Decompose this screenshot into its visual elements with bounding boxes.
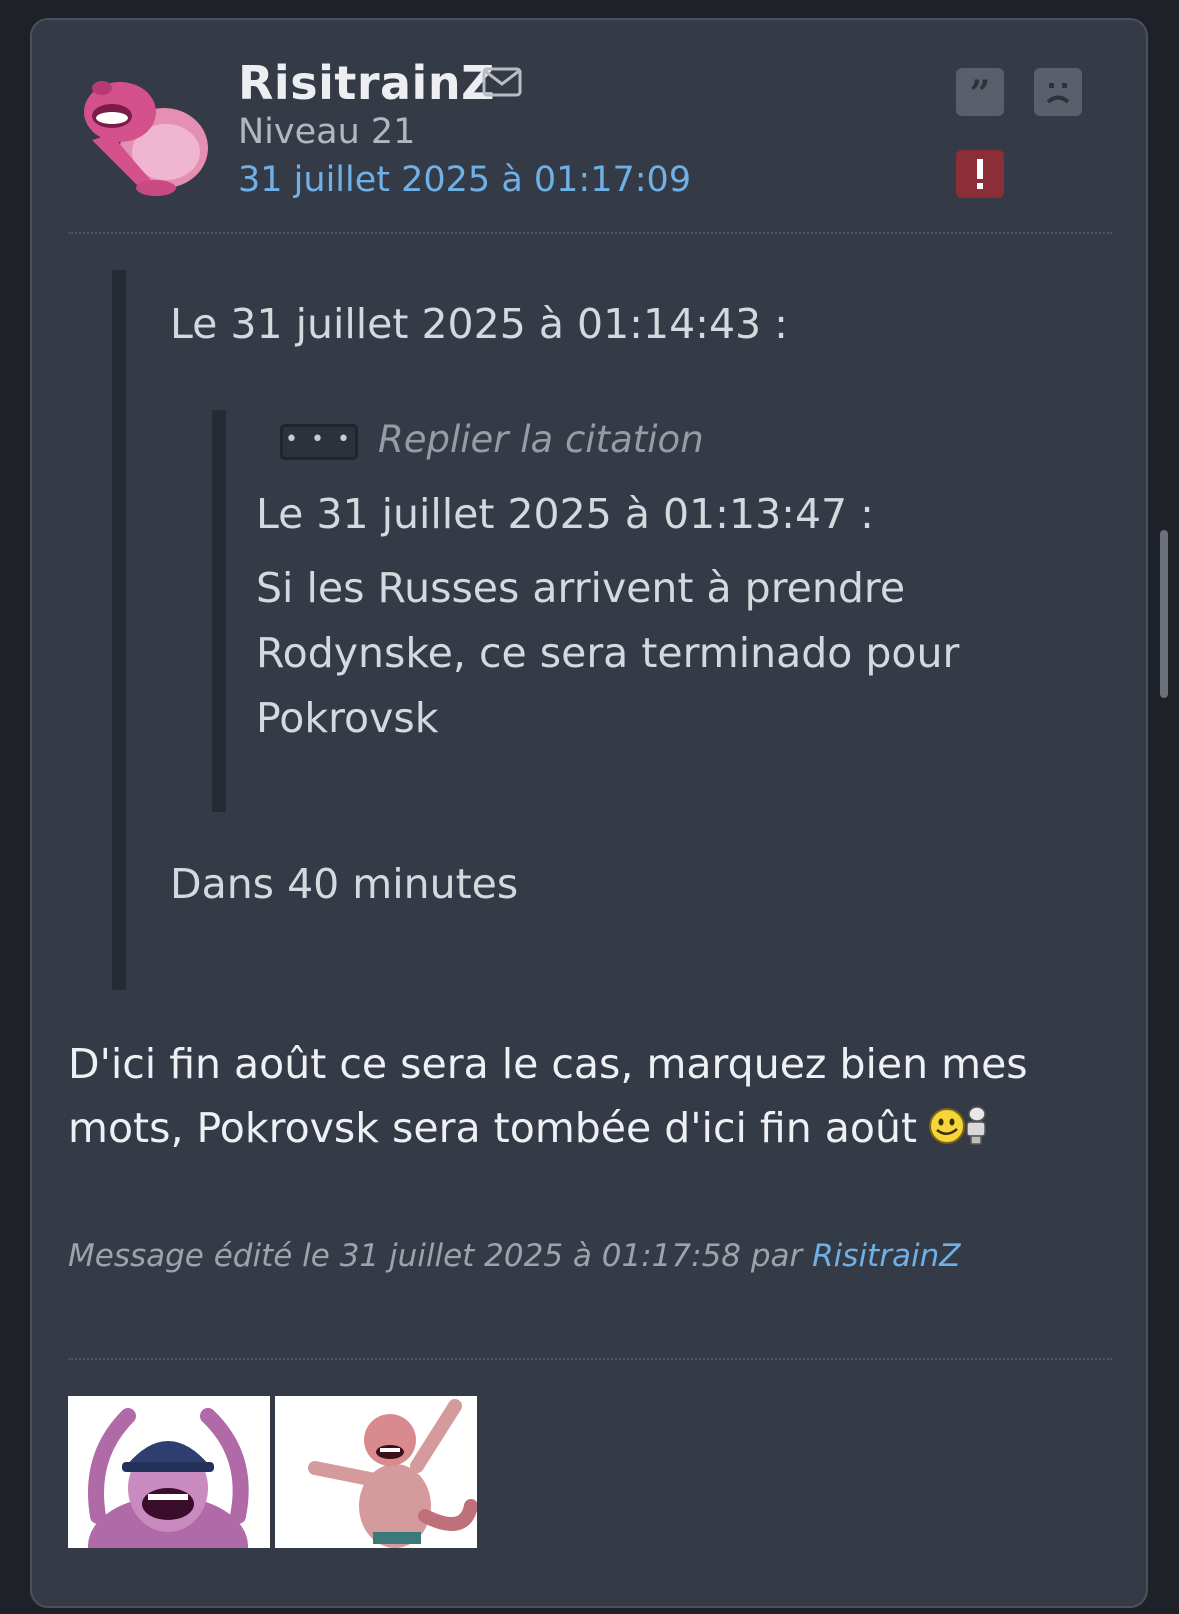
edit-author-link[interactable]: RisitrainZ bbox=[812, 1238, 960, 1274]
svg-text:”: ” bbox=[970, 73, 991, 115]
quote-icon: ” bbox=[970, 73, 991, 115]
user-level: Niveau 21 bbox=[238, 112, 416, 152]
outer-quote-reply: Dans 40 minutes bbox=[170, 860, 519, 908]
sad-face-button[interactable] bbox=[1034, 68, 1082, 116]
author-name[interactable]: RisitrainZ bbox=[238, 56, 495, 110]
quote-button[interactable]: ” bbox=[956, 68, 1004, 116]
report-button[interactable] bbox=[956, 150, 1004, 198]
post-body-text: D'ici fin août ce sera le cas, marquez b… bbox=[68, 1040, 1028, 1152]
scrollbar[interactable] bbox=[1160, 530, 1168, 698]
fold-quote-label[interactable]: Replier la citation bbox=[378, 418, 704, 461]
nested-quote: • • • Replier la citation Le 31 juillet … bbox=[212, 410, 1072, 812]
post-body: D'ici fin août ce sera le cas, marquez b… bbox=[68, 1032, 1128, 1160]
outer-quote: Le 31 juillet 2025 à 01:14:43 : • • • Re… bbox=[112, 270, 1092, 990]
nested-quote-text: Si les Russes arrivent à prendre Rodynsk… bbox=[256, 564, 960, 742]
signature-divider bbox=[68, 1358, 1112, 1360]
fold-quote-button[interactable]: • • • bbox=[280, 424, 358, 460]
report-icon bbox=[977, 159, 983, 189]
header-divider bbox=[68, 232, 1112, 234]
nested-quote-header: Le 31 juillet 2025 à 01:13:47 : bbox=[256, 490, 874, 538]
mail-icon[interactable] bbox=[482, 66, 522, 98]
post-date-link[interactable]: 31 juillet 2025 à 01:17:09 bbox=[238, 160, 691, 200]
edit-note: Message édité le 31 juillet 2025 à 01:17… bbox=[68, 1238, 960, 1274]
sticker-image-2[interactable] bbox=[275, 1396, 477, 1548]
sticker-image-1[interactable] bbox=[68, 1396, 270, 1548]
forum-post: RisitrainZ Niveau 21 31 juillet 2025 à 0… bbox=[30, 18, 1148, 1608]
sad-face-icon bbox=[1046, 83, 1070, 104]
avatar[interactable] bbox=[72, 60, 212, 200]
smiley-toilet-icon bbox=[927, 1102, 993, 1146]
outer-quote-header: Le 31 juillet 2025 à 01:14:43 : bbox=[170, 300, 788, 348]
edit-note-text: Message édité le 31 juillet 2025 à 01:17… bbox=[68, 1238, 813, 1274]
